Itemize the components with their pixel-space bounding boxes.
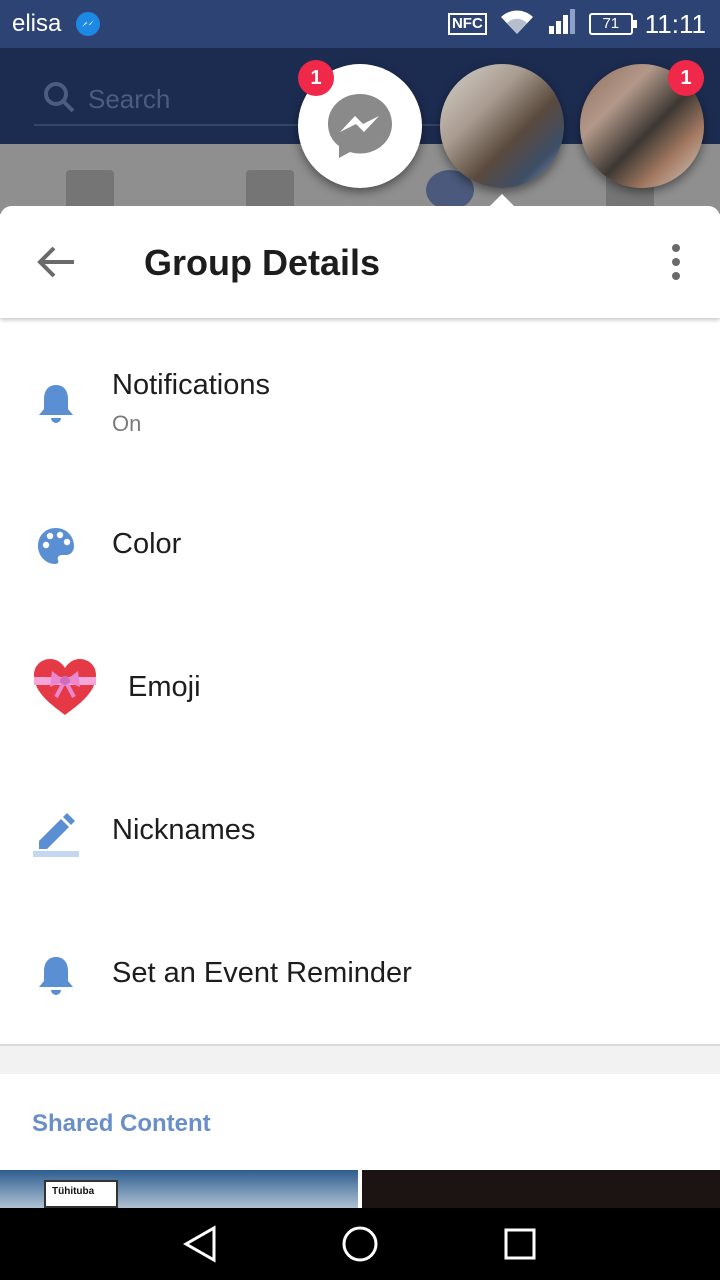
settings-row-color[interactable]: Color <box>0 474 720 616</box>
status-icons: NFC 71 11:11 <box>447 8 706 41</box>
contact-chat-head-1[interactable] <box>440 64 564 188</box>
nicknames-label: Nicknames <box>112 814 256 846</box>
recents-nav-icon[interactable] <box>500 1224 540 1264</box>
bell-icon <box>28 375 84 431</box>
pencil-icon <box>28 804 84 860</box>
emoji-label: Emoji <box>128 671 201 703</box>
more-options-icon[interactable] <box>660 242 692 282</box>
carrier-name: elisa <box>12 10 62 37</box>
thumbnail-sign-text: Tühituba <box>44 1180 118 1208</box>
page-title: Group Details <box>144 242 381 283</box>
screen: elisa NFC 71 11:11 Search 1 1 Group Deta… <box>0 0 720 1280</box>
back-nav-icon[interactable] <box>180 1224 220 1264</box>
battery-icon: 71 <box>588 13 637 35</box>
status-bar: elisa NFC 71 11:11 <box>0 0 720 48</box>
toolbar: Group Details <box>0 206 720 318</box>
settings-row-notifications[interactable]: Notifications On <box>0 331 720 473</box>
group-details-panel: Group Details Notifications On Color Emo… <box>0 206 720 1210</box>
notifications-label: Notifications <box>112 369 270 401</box>
shared-media-thumbnail[interactable] <box>362 1170 720 1210</box>
clock: 11:11 <box>644 8 706 39</box>
settings-row-event-reminder[interactable]: Set an Event Reminder <box>0 903 720 1045</box>
friends-tab-icon <box>246 170 294 210</box>
section-divider <box>0 1044 720 1074</box>
search-placeholder: Search <box>88 84 171 114</box>
bell-icon <box>28 947 84 1003</box>
color-label: Color <box>112 528 182 560</box>
event-reminder-label: Set an Event Reminder <box>112 957 412 989</box>
search-icon <box>42 80 76 119</box>
shared-content-heading: Shared Content <box>32 1110 211 1137</box>
messenger-unread-badge: 1 <box>298 60 334 96</box>
contact-unread-badge: 1 <box>668 60 704 96</box>
news-feed-tab-icon <box>66 170 114 210</box>
navigation-bar <box>0 1208 720 1280</box>
messenger-icon <box>328 94 392 158</box>
shared-media-thumbnail[interactable]: Tühituba <box>0 1170 358 1210</box>
notifications-status: On <box>112 411 142 436</box>
palette-icon <box>28 518 84 574</box>
wifi-icon <box>499 8 535 41</box>
settings-row-emoji[interactable]: Emoji <box>0 617 720 759</box>
signal-icon <box>547 8 577 41</box>
heart-gift-emoji-icon <box>30 653 100 723</box>
messenger-notification-icon <box>76 12 100 36</box>
settings-row-nicknames[interactable]: Nicknames <box>0 760 720 902</box>
home-nav-icon[interactable] <box>340 1224 380 1264</box>
nfc-icon: NFC <box>447 13 487 35</box>
back-arrow-icon[interactable] <box>34 244 78 280</box>
